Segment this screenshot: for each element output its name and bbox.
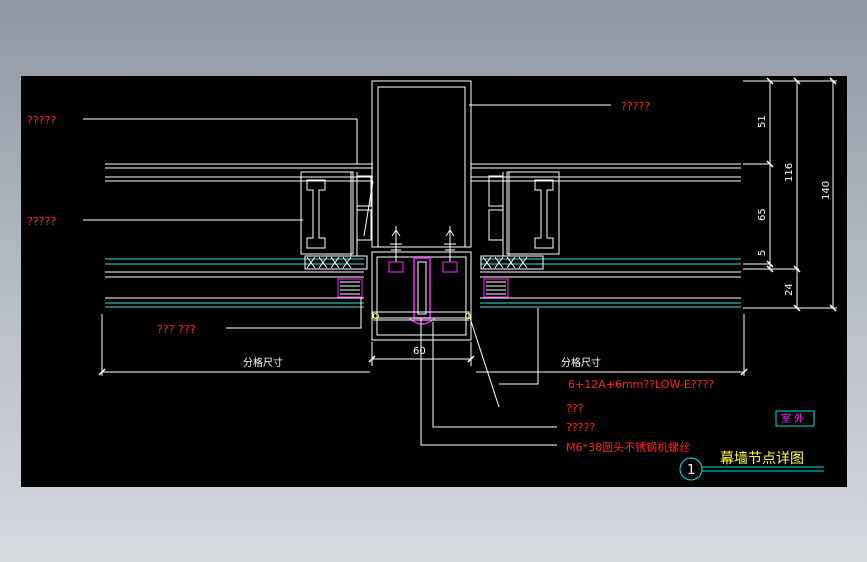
bolt-shank — [413, 257, 431, 319]
label-screw-spec: M6*38圆头不锈钢机螺丝 — [566, 440, 690, 454]
label-left-top: ????? — [27, 114, 56, 127]
outdoor-tag: 室 外 — [781, 412, 804, 425]
bolt-head — [408, 317, 436, 325]
cad-drawing-canvas: ????? ????? ??? ??? ????? 6+12A+6mm??LOW… — [21, 76, 847, 487]
mullion-profile — [371, 80, 472, 341]
dim-5: 5 — [757, 250, 768, 256]
glass-panes — [105, 258, 741, 308]
right-gasket-block — [480, 255, 544, 270]
label-left-bottom: ??? ??? — [157, 323, 196, 336]
label-right-top: ????? — [621, 100, 650, 113]
label-left-mid: ????? — [27, 215, 56, 228]
curtain-wall-node-detail: ????? ????? ??? ??? ????? 6+12A+6mm??LOW… — [27, 77, 837, 481]
bolt-inner — [417, 261, 427, 315]
dim-51: 51 — [757, 115, 768, 128]
dim-116: 116 — [784, 163, 795, 182]
leader-lines — [83, 104, 611, 446]
dim-140: 140 — [821, 181, 832, 200]
detail-title: 幕墙节点详图 — [720, 451, 804, 467]
dimension-ticks — [98, 77, 837, 376]
label-glass-spec: 6+12A+6mm??LOW-E???? — [568, 378, 714, 391]
frame-lines — [105, 163, 741, 182]
dim-65: 65 — [757, 208, 768, 221]
left-subframe-profile — [300, 171, 374, 256]
detail-number: 1 — [687, 463, 695, 478]
dim-left-span: 分格尺寸 — [243, 356, 283, 369]
dimension-lines — [101, 80, 837, 376]
left-gasket-block — [304, 255, 368, 270]
dim-width-60: 60 — [413, 346, 426, 357]
dim-right-span: 分格尺寸 — [561, 356, 601, 369]
screw-heads-magenta — [388, 261, 458, 273]
right-subframe-profile — [488, 171, 560, 256]
label-callout-a: ??? — [566, 402, 584, 415]
label-callout-b: ????? — [566, 421, 595, 434]
dim-24: 24 — [784, 283, 795, 296]
